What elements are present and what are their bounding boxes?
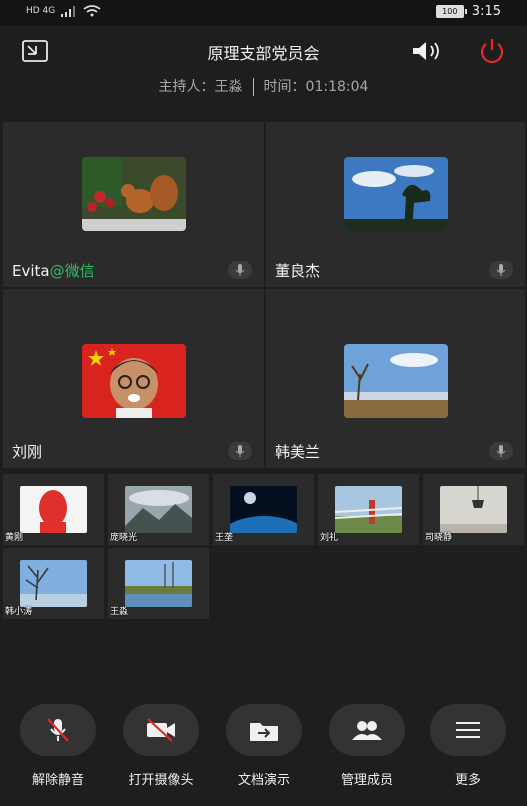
meeting-duration: 01:18:04: [305, 79, 369, 95]
winter-tree: [20, 560, 87, 607]
lake-reflection: [125, 560, 192, 607]
participant-thumb: [125, 560, 192, 607]
unmute-button[interactable]: 解除静音: [8, 704, 108, 788]
participant-video: [343, 344, 448, 418]
camera-button-circle[interactable]: [123, 704, 199, 756]
participant-thumb: [125, 486, 192, 533]
participant-name: 刘刚: [12, 443, 43, 461]
participant-thumb-tile[interactable]: 王垄: [213, 474, 314, 545]
squirrel-photo: [81, 157, 186, 231]
meeting-title: 原理支部党员会: [207, 44, 320, 63]
participant-thumbnail-grid: 黄刚 庞晓光 王垄 刘礼 司晓静 韩小涛 王淼: [3, 474, 525, 619]
unmute-label: 解除静音: [31, 773, 84, 788]
fence-road: [335, 486, 402, 533]
participant-thumb: [20, 486, 87, 533]
mic-off-icon: [47, 718, 69, 742]
host-label: 主持人：: [158, 79, 215, 95]
participant-thumb: [440, 486, 507, 533]
participant-thumb: [20, 560, 87, 607]
lake-shore-photo: [343, 344, 448, 418]
mic-icon: [235, 445, 245, 457]
meeting-controls: 解除静音 打开摄像头 文档演示 管理成员 更多: [0, 700, 527, 800]
planet-space: [230, 486, 297, 533]
participant-name: 董良杰: [275, 262, 321, 280]
more-button-circle[interactable]: [430, 704, 506, 756]
participant-thumb-name: 刘礼: [320, 533, 339, 543]
participant-thumb-name: 司晓静: [425, 533, 453, 543]
folder-share-icon: [250, 723, 278, 741]
participant-thumb-tile[interactable]: 刘礼: [318, 474, 419, 545]
network-indicators: HD 4G: [26, 5, 101, 17]
turn-on-camera-button[interactable]: 打开摄像头: [111, 704, 211, 788]
battery-icon: 100: [435, 5, 467, 18]
wifi-icon: [83, 5, 101, 17]
participant-name: Evita@微信: [12, 262, 95, 280]
unmute-button-circle[interactable]: [20, 704, 96, 756]
members-button-circle[interactable]: [329, 704, 405, 756]
participant-thumb-name: 黄刚: [5, 533, 24, 543]
time-label: 时间：: [263, 79, 306, 95]
mic-icon: [496, 264, 506, 276]
menu-icon: [456, 722, 480, 738]
mic-icon: [235, 264, 245, 276]
participant-name: 韩美兰: [275, 443, 321, 461]
participant-video: [343, 157, 448, 231]
divider: [252, 78, 254, 96]
red-portrait: [20, 486, 87, 533]
lamp-wall: [440, 486, 507, 533]
clock: 3:15: [471, 4, 501, 19]
host-name: 王淼: [214, 79, 243, 95]
mic-icon: [496, 445, 506, 457]
participant-thumb-name: 韩小涛: [5, 607, 33, 617]
more-label: 更多: [454, 773, 481, 788]
participant-video: [81, 157, 186, 231]
mic-status: [489, 261, 513, 279]
camera-off-icon: [147, 718, 175, 742]
signal-icon: [61, 5, 76, 17]
participant-thumb-tile[interactable]: 司晓静: [423, 474, 524, 545]
sky-tree-photo: [343, 157, 448, 231]
speaker-icon[interactable]: [410, 40, 446, 62]
status-bar: HD 4G 100 3:15: [0, 0, 527, 26]
participant-thumb-tile[interactable]: 庞晓光: [108, 474, 209, 545]
main-video-grid: Evita@微信 董良杰 刘刚 韩美兰: [3, 122, 525, 468]
wechat-tag: @微信: [49, 262, 95, 280]
participant-tile[interactable]: 董良杰: [266, 122, 525, 287]
manage-members-button[interactable]: 管理成员: [317, 704, 417, 788]
document-button-circle[interactable]: [226, 704, 302, 756]
members-icon: [352, 721, 382, 740]
cartoon-avatar: [81, 344, 186, 418]
participant-tile[interactable]: 韩美兰: [266, 289, 525, 468]
participant-thumb: [335, 486, 402, 533]
participant-tile[interactable]: Evita@微信: [3, 122, 264, 287]
participant-tile[interactable]: 刘刚: [3, 289, 264, 468]
mic-status: [489, 442, 513, 460]
document-label: 文档演示: [237, 773, 290, 788]
participant-thumb-name: 王垄: [215, 533, 234, 543]
meeting-header: 原理支部党员会: [0, 26, 527, 76]
participant-thumb-tile[interactable]: 黄刚: [3, 474, 104, 545]
end-meeting-power-icon[interactable]: [478, 38, 506, 64]
participant-video: [81, 344, 186, 418]
members-label: 管理成员: [340, 773, 393, 788]
participant-thumb-tile[interactable]: 王淼: [108, 548, 209, 619]
status-right: 100 3:15: [435, 4, 501, 19]
mic-status: [228, 261, 252, 279]
participant-thumb-tile[interactable]: 韩小涛: [3, 548, 104, 619]
participant-thumb-name: 王淼: [110, 607, 129, 617]
camera-label: 打开摄像头: [128, 773, 194, 788]
network-type: HD 4G: [26, 6, 56, 16]
document-present-button[interactable]: 文档演示: [214, 704, 314, 788]
more-button[interactable]: 更多: [418, 704, 518, 788]
mic-status: [228, 442, 252, 460]
host-info: 主持人：王淼 时间：01:18:04: [0, 76, 527, 96]
participant-thumb: [230, 486, 297, 533]
participant-thumb-name: 庞晓光: [110, 533, 138, 543]
mountain-clouds: [125, 486, 192, 533]
